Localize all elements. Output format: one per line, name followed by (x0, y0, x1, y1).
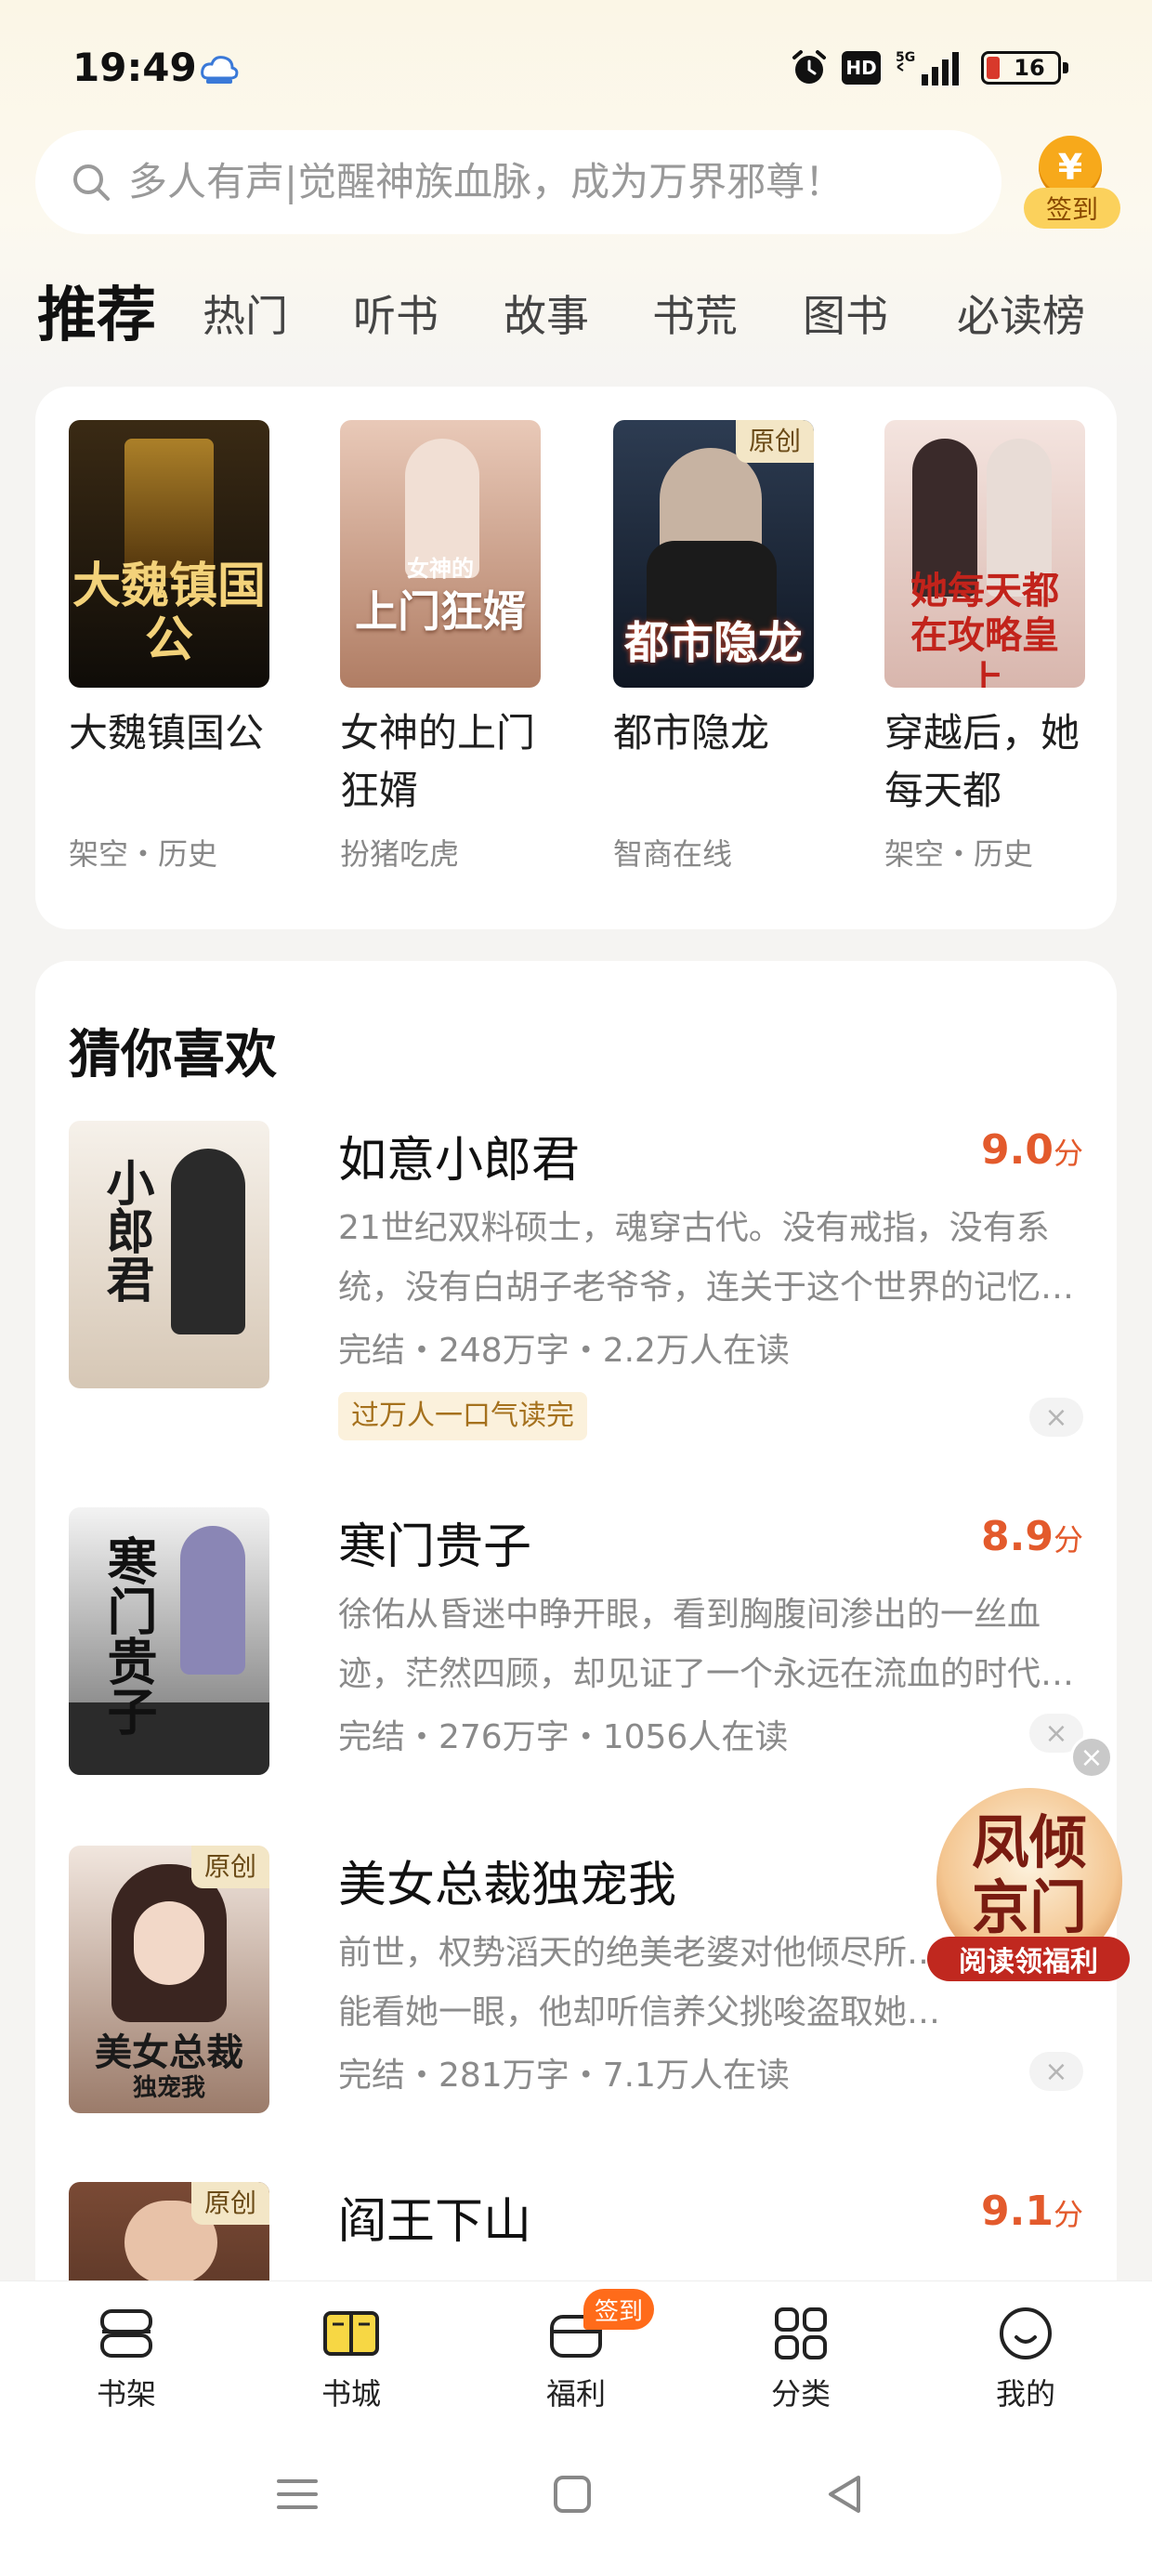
list-item[interactable]: 原创 阎王下山 9.1分 (69, 2182, 1083, 2280)
book-title: 女神的上门狂婿 (340, 710, 536, 813)
list-item[interactable]: 小郎君 如意小郎君 9.0分 21世纪双料硕士，魂穿古代。没有戒指，没有系 统，没… (69, 1121, 1083, 1455)
status-icons: HD 5G 16 (790, 45, 1070, 91)
close-promo-button[interactable]: × (1070, 1736, 1113, 1779)
nav-bookstore[interactable]: 书城 (268, 2304, 435, 2415)
book-title: 都市隐龙 (613, 710, 770, 756)
nav-label: 福利 (545, 2376, 606, 2412)
book-cover: 寒门贵子 (69, 1507, 269, 1775)
back-icon[interactable] (821, 2470, 870, 2518)
book-description: 前世，权势滔天的绝美老婆对他倾尽所有，能看她一眼，他却听信养父挑唆盗取她公司机密… (338, 1934, 970, 2031)
featured-books-card: 大魏镇国公 大魏镇国公 架空・历史 女神的 上门狂婿 女神的上门狂婿 扮猪吃虎 … (35, 387, 1117, 929)
battery-indicator: 16 (981, 49, 1070, 86)
list-item[interactable]: 寒门贵子 寒门贵子 8.9分 徐佑从昏迷中睁开眼，看到胸腹间渗出的一丝血 迹，茫然… (69, 1507, 1083, 1786)
category-icon (775, 2307, 827, 2359)
alarm-icon (792, 50, 826, 84)
book-tags: 扮猪吃虎 (340, 836, 460, 872)
book-cover: 小郎君 (69, 1121, 269, 1388)
book-description: 21世纪双料硕士，魂穿古代。没有戒指，没有系 统，没有白胡子老爷爷，连关于这个世界… (338, 1209, 1081, 1307)
book-score: 9.0分 (981, 1126, 1083, 1174)
bottom-navigation: 书架 书城 签到 福利 分类 我的 (0, 2280, 1152, 2420)
nav-label: 书架 (96, 2376, 156, 2412)
search-bar[interactable]: 多人有声|觉醒神族血脉，成为万界邪尊！ (35, 130, 1001, 234)
book-cover: 大魏镇国公 (69, 420, 269, 688)
checkin-button[interactable]: ¥ 签到 (1022, 130, 1124, 232)
profile-icon (1000, 2307, 1052, 2359)
book-cover: 美女总裁 独宠我 原创 (69, 1846, 269, 2113)
cloud-icon (201, 56, 239, 84)
dismiss-button[interactable]: × (1029, 1398, 1083, 1437)
tab-recommend[interactable]: 推荐 (37, 269, 156, 362)
book-cover: 她每天都在攻略皇上 (884, 420, 1085, 688)
book-title: 如意小郎君 (338, 1133, 581, 1189)
nav-label: 分类 (770, 2376, 831, 2412)
svg-text:5G: 5G (896, 50, 915, 65)
checkin-label: 签到 (1024, 188, 1120, 229)
recommendations-card: 猜你喜欢 小郎君 如意小郎君 9.0分 21世纪双料硕士，魂穿古代。没有戒指，没… (35, 961, 1117, 2280)
hd-indicator: HD (842, 51, 881, 85)
book-tags: 架空・历史 (69, 836, 218, 872)
nav-label: 我的 (995, 2376, 1055, 2412)
tab-must-read[interactable]: 必读榜 (957, 269, 1085, 362)
dismiss-button[interactable]: × (1029, 2052, 1083, 2091)
book-description: 徐佑从昏迷中睁开眼，看到胸腹间渗出的一丝血 迹，茫然四顾，却见证了一个永远在流血的… (338, 1596, 1081, 1693)
nav-category[interactable]: 分类 (717, 2304, 884, 2415)
book-tags: 架空・历史 (884, 836, 1034, 872)
nav-bookshelf[interactable]: 书架 (43, 2304, 210, 2415)
book-title: 阎王下山 (338, 2194, 532, 2250)
nav-label: 书城 (321, 2376, 381, 2412)
signal-icon: 5G (896, 50, 959, 85)
original-badge: 原创 (190, 2182, 269, 2225)
book-title: 大魏镇国公 (69, 710, 265, 756)
tab-hot[interactable]: 热门 (203, 269, 288, 362)
status-time: 19:49 (72, 45, 197, 90)
original-badge: 原创 (735, 420, 814, 463)
tab-audiobook[interactable]: 听书 (353, 269, 439, 362)
bookstore-icon (323, 2311, 379, 2356)
book-score: 9.1分 (981, 2188, 1083, 2235)
nav-profile[interactable]: 我的 (942, 2304, 1109, 2415)
book-title: 寒门贵子 (338, 1519, 532, 1575)
tab-stories[interactable]: 故事 (504, 269, 589, 362)
book-cover: 都市隐龙 原创 (613, 420, 814, 688)
original-badge: 原创 (190, 1846, 269, 1888)
nav-welfare[interactable]: 签到 福利 (492, 2289, 660, 2415)
system-navigation (0, 2420, 1152, 2576)
tab-book-famine[interactable]: 书荒 (652, 269, 738, 362)
book-cover: 原创 (69, 2182, 269, 2280)
book-cover: 女神的 上门狂婿 (340, 420, 541, 688)
category-tabs: 推荐 热门 听书 故事 书荒 图书 必读榜 (0, 269, 1152, 362)
tab-books[interactable]: 图书 (803, 269, 888, 362)
search-placeholder: 多人有声|觉醒神族血脉，成为万界邪尊！ (128, 159, 844, 204)
search-icon (73, 164, 110, 201)
book-title: 美女总裁独宠我 (338, 1858, 677, 1913)
bookshelf-icon (100, 2309, 152, 2358)
book-title: 穿越后，她每天都 (884, 710, 1080, 813)
book-meta: 完结・276万字・1056人在读 (338, 1718, 789, 1756)
book-tags: 智商在线 (613, 836, 733, 872)
section-title: 猜你喜欢 (69, 1025, 277, 1085)
promo-banner: 阅读领福利 (927, 1937, 1130, 1981)
floating-promo[interactable]: 凤倾京门 阅读领福利 (927, 1788, 1130, 1983)
book-tag: 过万人一口气读完 (338, 1392, 587, 1440)
checkin-badge: 签到 (583, 2289, 655, 2330)
promo-title: 凤倾京门 (971, 1808, 1087, 1941)
menu-icon[interactable] (273, 2470, 321, 2518)
home-icon[interactable] (548, 2470, 596, 2518)
book-meta: 完结・248万字・2.2万人在读 (338, 1332, 790, 1370)
status-bar: 19:49 HD 5G 16 (0, 0, 1152, 130)
book-score: 8.9分 (981, 1513, 1083, 1560)
book-meta: 完结・281万字・7.1万人在读 (338, 2057, 790, 2095)
